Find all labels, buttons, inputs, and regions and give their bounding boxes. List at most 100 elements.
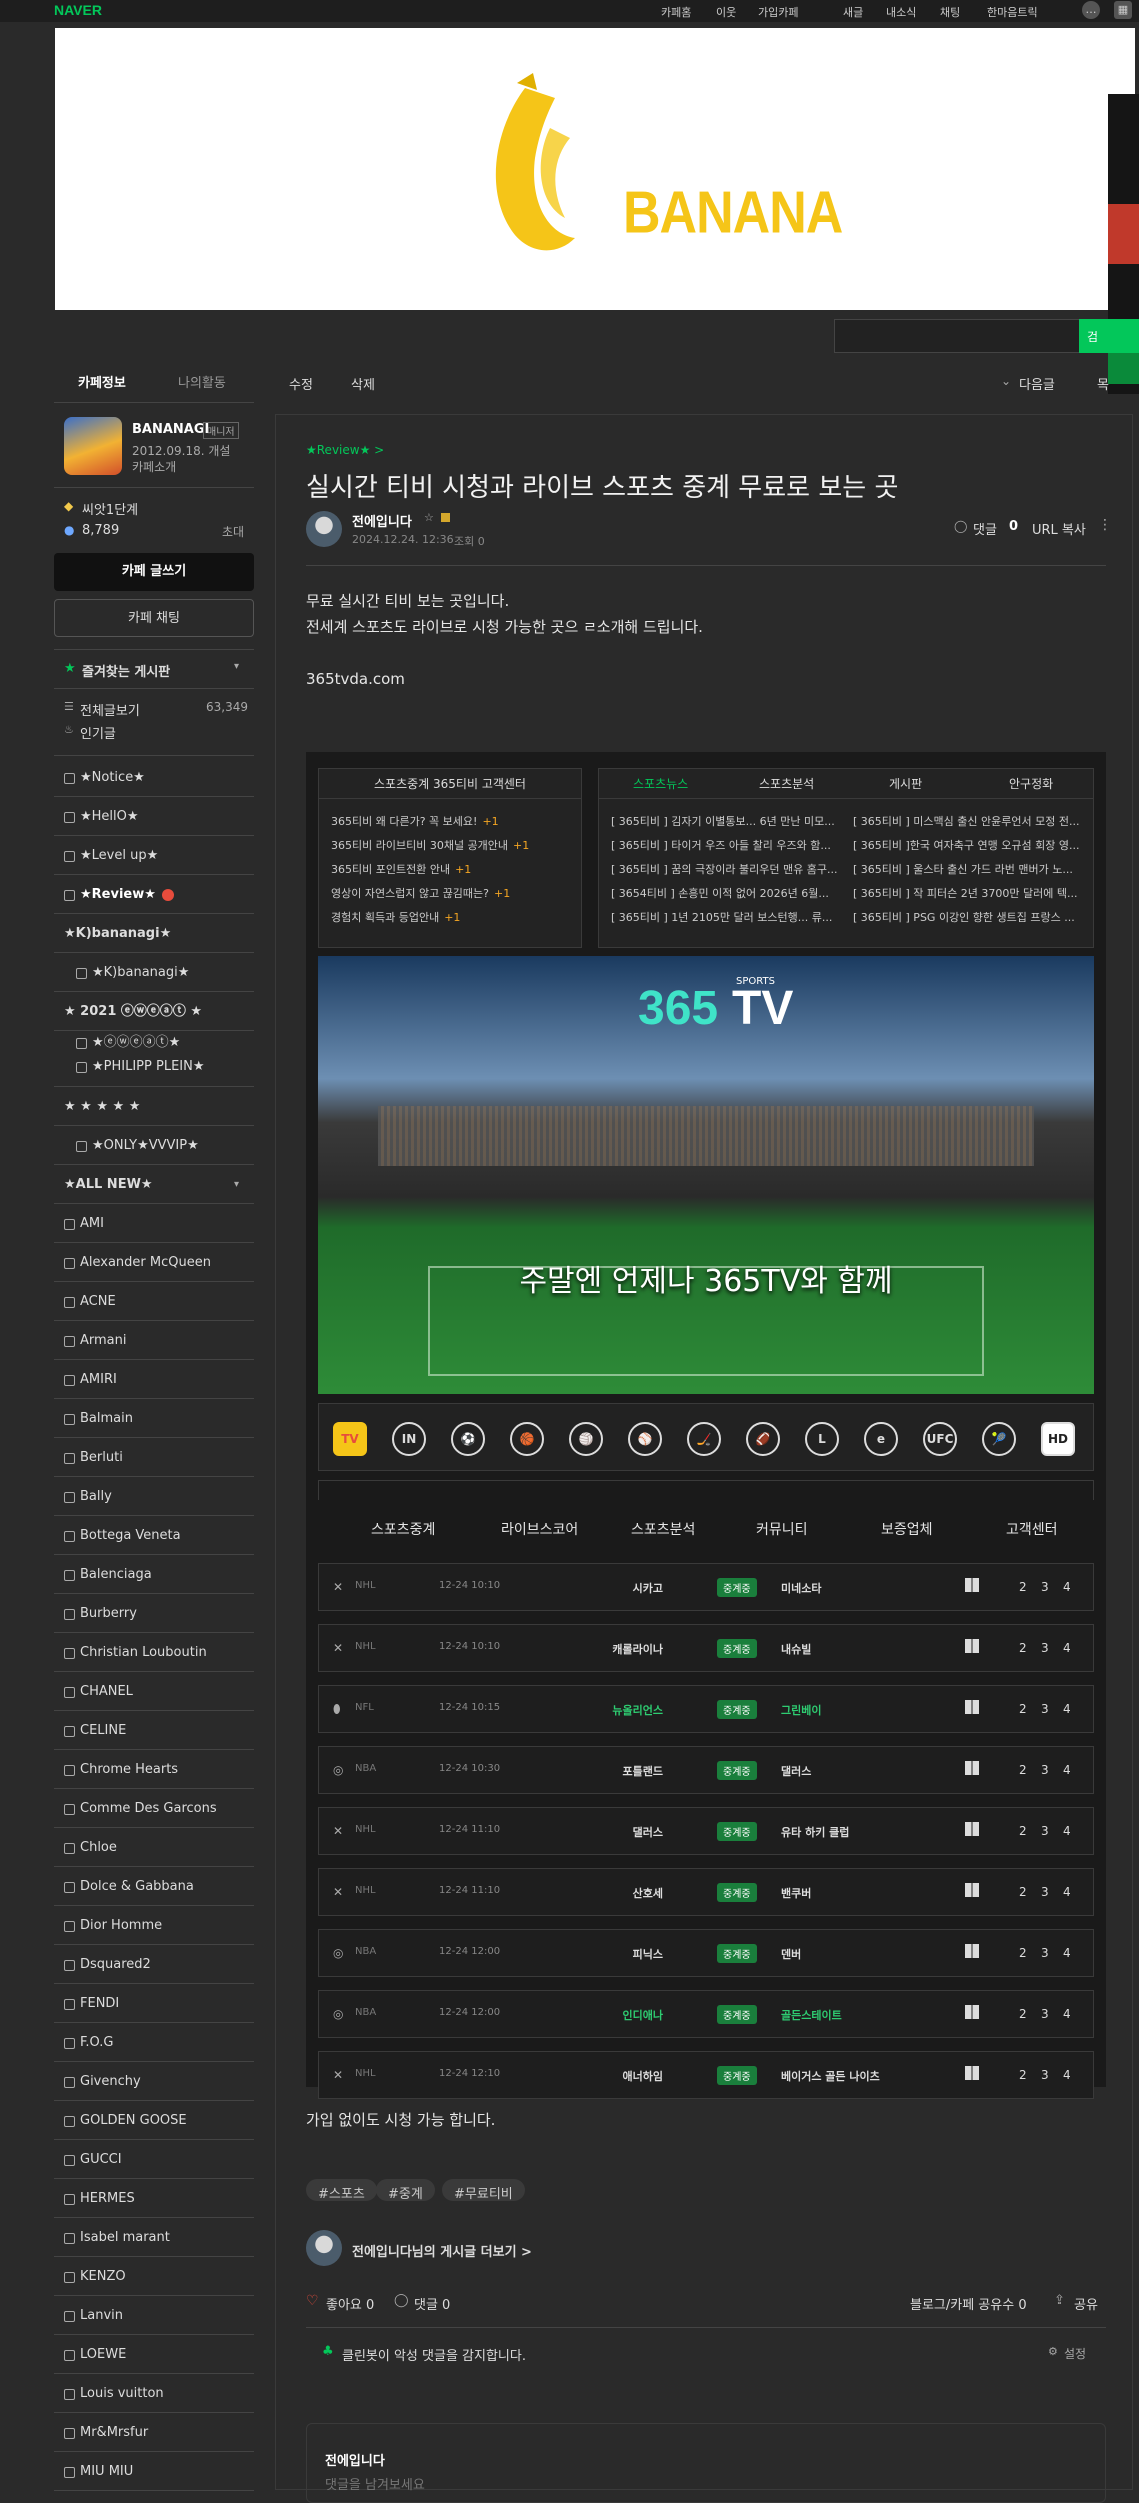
chat-icon[interactable]: … <box>1082 1 1100 19</box>
news-line[interactable]: [ 365티비 ] 미스맥심 출신 안윤루언서 모정 전... <box>853 813 1089 829</box>
more-options-icon[interactable]: ⋮ <box>1098 517 1112 533</box>
popular-link[interactable]: 인기글 <box>80 723 116 742</box>
stats-icon[interactable] <box>965 1700 979 1714</box>
board-brand[interactable]: GUCCI <box>54 2140 254 2179</box>
board-brand[interactable]: Burberry <box>54 1594 254 1633</box>
chevron-down-icon[interactable]: ▾ <box>234 1165 239 1204</box>
comment-icon[interactable]: ◯ <box>394 2293 409 2308</box>
cafe-chat-button[interactable]: 카페 채팅 <box>54 599 254 637</box>
odd-value[interactable]: 3 <box>1041 2007 1049 2021</box>
ad-nav-item[interactable]: 보증업체 <box>881 1519 933 1539</box>
support-line[interactable]: 365티비 왜 다른가? 꼭 보세요! +1 <box>331 813 499 829</box>
board-brand[interactable]: Dsquared2 <box>54 1945 254 1984</box>
board-brand[interactable]: Givenchy <box>54 2062 254 2101</box>
board-brand[interactable]: LOEWE <box>54 2335 254 2374</box>
group-2021[interactable]: ★ 2021 ⓔⓦⓔⓐⓣ ★ <box>54 992 254 1031</box>
match-row[interactable]: ✕ NHL 12-24 10:10 캐롤라이나 중계중 내슈빌 2 3 4 <box>318 1624 1094 1672</box>
support-line[interactable]: 영상이 자연스럽지 않고 끊김때는? +1 <box>331 885 510 901</box>
odd-value[interactable]: 2 <box>1019 1641 1027 1655</box>
match-row[interactable]: ✕ NHL 12-24 12:10 애너하임 중계중 베이거스 골든 나이츠 2 3 4 <box>318 2051 1094 2099</box>
ad-nav-item[interactable]: 스포츠분석 <box>631 1519 695 1539</box>
board-brand[interactable]: CELINE <box>54 1711 254 1750</box>
member-count[interactable]: 8,789 <box>82 523 119 538</box>
sport-icon[interactable]: ⚾ <box>628 1422 662 1456</box>
stats-icon[interactable] <box>965 1944 979 1958</box>
stats-icon[interactable] <box>965 1578 979 1592</box>
link-my-news[interactable]: 내소식 <box>886 4 916 20</box>
odd-value[interactable]: 3 <box>1041 2068 1049 2082</box>
comment-label[interactable]: 댓글 <box>973 519 997 538</box>
odd-value[interactable]: 2 <box>1019 1824 1027 1838</box>
edit-button[interactable]: 수정 <box>289 374 313 393</box>
news-tab[interactable]: 게시판 <box>889 769 922 799</box>
news-line[interactable]: [ 365티비 ] 꿈의 극장이라 불리우던 맨유 홈구... <box>611 861 841 877</box>
odd-value[interactable]: 4 <box>1063 2007 1071 2021</box>
write-post-button[interactable]: 카페 글쓰기 <box>54 553 254 591</box>
board-brand[interactable]: F.O.G <box>54 2023 254 2062</box>
odd-value[interactable]: 3 <box>1041 1885 1049 1899</box>
board-eweat[interactable]: ★ⓔⓦⓔⓐⓣ★ <box>54 1031 254 1055</box>
naver-logo[interactable]: NAVER <box>54 2 102 18</box>
odd-value[interactable]: 4 <box>1063 1885 1071 1899</box>
odd-value[interactable]: 4 <box>1063 1824 1071 1838</box>
match-row[interactable]: ◎ NBA 12-24 10:30 포틀랜드 중계중 댈러스 2 3 4 <box>318 1746 1094 1794</box>
support-line[interactable]: 경험치 획득과 등업안내 +1 <box>331 909 460 925</box>
more-posts-link[interactable]: 전에입니다님의 게시글 더보기 > <box>352 2241 532 2260</box>
odd-value[interactable]: 2 <box>1019 1946 1027 1960</box>
comment-button[interactable]: 댓글 0 <box>414 2294 450 2313</box>
odd-value[interactable]: 3 <box>1041 1702 1049 1716</box>
sport-icon[interactable]: 🏒 <box>687 1422 721 1456</box>
next-post-button[interactable]: 다음글 <box>1019 374 1055 393</box>
board-brand[interactable]: AMIRI <box>54 1360 254 1399</box>
gear-icon[interactable]: ⚙ <box>1048 2345 1058 2358</box>
match-row[interactable]: ◎ NBA 12-24 12:00 인디애나 중계중 골든스테이트 2 3 4 <box>318 1990 1094 2038</box>
sport-icon[interactable]: IN <box>392 1422 426 1456</box>
match-row[interactable]: ✕ NHL 12-24 11:10 산호세 중계중 밴쿠버 2 3 4 <box>318 1868 1094 1916</box>
tag-chip[interactable]: #중계 <box>376 2179 435 2202</box>
cafe-avatar[interactable] <box>64 417 122 475</box>
link-new-posts[interactable]: 새글 <box>843 4 863 20</box>
author-name[interactable]: 전에입니다 <box>352 511 412 530</box>
board-brand[interactable]: Dolce & Gabbana <box>54 1867 254 1906</box>
cafe-name[interactable]: BANANAGI <box>132 422 209 437</box>
odd-value[interactable]: 3 <box>1041 1641 1049 1655</box>
apps-grid-icon[interactable]: ▦ <box>1114 1 1132 19</box>
board-brand[interactable]: Chrome Hearts <box>54 1750 254 1789</box>
board-only-vvvip[interactable]: ★ONLY★VVVIP★ <box>54 1126 254 1165</box>
board-brand[interactable]: Christian Louboutin <box>54 1633 254 1672</box>
tab-my-activity[interactable]: 나의활동 <box>178 372 226 391</box>
sport-icon[interactable]: UFC <box>923 1422 957 1456</box>
search-button[interactable]: 검 <box>1079 319 1139 353</box>
like-button[interactable]: 좋아요 0 <box>326 2294 374 2313</box>
news-line[interactable]: [ 365티비 ]한국 여자축구 연맹 오규섬 회장 영... <box>853 837 1089 853</box>
ad-nav-item[interactable]: 스포츠중계 <box>371 1519 435 1539</box>
board-brand[interactable]: Comme Des Garcons <box>54 1789 254 1828</box>
board-brand[interactable]: Dior Homme <box>54 1906 254 1945</box>
odd-value[interactable]: 3 <box>1041 1763 1049 1777</box>
cafe-intro-link[interactable]: 카페소개 <box>132 458 176 475</box>
news-line[interactable]: [ 365티비 ] 작 피터슨 2년 3700만 달러에 텍... <box>853 885 1089 901</box>
odd-value[interactable]: 4 <box>1063 1763 1071 1777</box>
comment-box[interactable]: 전에입니다 댓글을 남겨보세요 <box>306 2423 1106 2503</box>
board-brand[interactable]: MIU MIU <box>54 2452 254 2491</box>
odd-value[interactable]: 2 <box>1019 1885 1027 1899</box>
invite-link[interactable]: 초대 <box>222 523 244 540</box>
stats-icon[interactable] <box>965 2005 979 2019</box>
sport-icon[interactable]: e <box>864 1422 898 1456</box>
board-brand[interactable]: Alexander McQueen <box>54 1243 254 1282</box>
comment-icon[interactable]: ◯ <box>954 519 967 533</box>
stats-icon[interactable] <box>965 1761 979 1775</box>
link-joined-cafes[interactable]: 가입카페 <box>758 4 798 20</box>
board-brand[interactable]: Balenciaga <box>54 1555 254 1594</box>
odd-value[interactable]: 3 <box>1041 1580 1049 1594</box>
news-line[interactable]: [ 365티비 ] 1년 2105만 달러 보스턴행... 류... <box>611 909 841 925</box>
url-copy-button[interactable]: URL 복사 <box>1032 519 1086 538</box>
news-line[interactable]: [ 365티비 ] 김자기 이별통보... 6년 만난 미모... <box>611 813 841 829</box>
news-line[interactable]: [ 365티비 ] PSG 이강인 향한 생트집 프랑스 ... <box>853 909 1089 925</box>
odd-value[interactable]: 4 <box>1063 1946 1071 1960</box>
stats-icon[interactable] <box>965 1822 979 1836</box>
tag-chip[interactable]: #스포츠 <box>306 2179 377 2202</box>
author-avatar[interactable] <box>306 2230 342 2266</box>
group-stars[interactable]: ★ ★ ★ ★ ★ <box>54 1087 254 1126</box>
match-row[interactable]: ✕ NHL 12-24 11:10 댈러스 중계중 유타 하키 클럽 2 3 4 <box>318 1807 1094 1855</box>
